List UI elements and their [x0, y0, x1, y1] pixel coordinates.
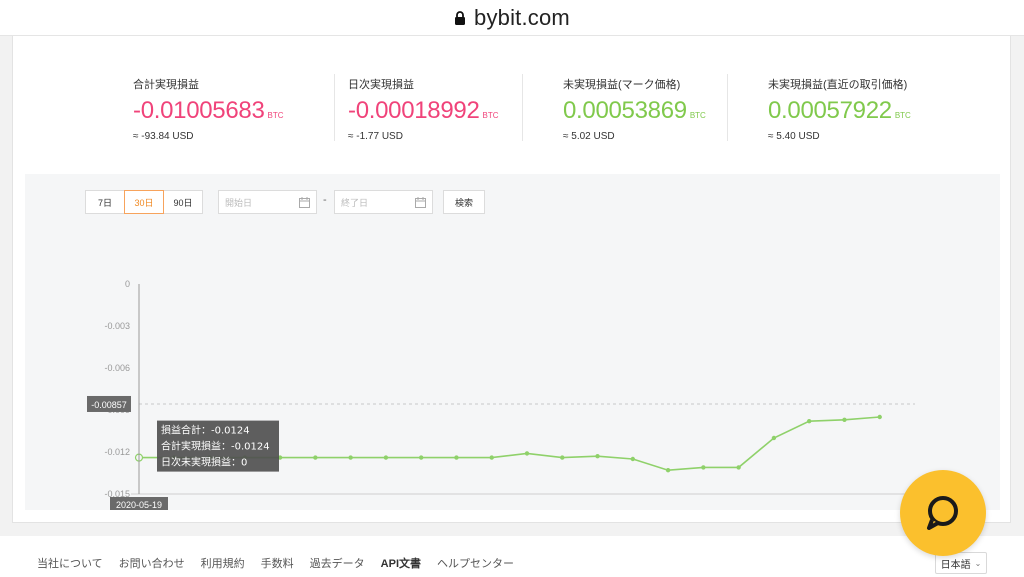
divider — [727, 74, 728, 141]
footer-links: 当社について お問い合わせ 利用規約 手数料 過去データ API文書 ヘルプセン… — [37, 555, 530, 571]
series-point — [842, 417, 847, 422]
pnl-card: 合計実現損益 -0.01005683 BTC ≈ -93.84 USD 日次実現… — [12, 36, 1011, 523]
chart-panel: 7日 30日 90日 開始日 - 終了日 検索 0-0.003-0.006 — [25, 174, 1000, 510]
series-point — [348, 455, 353, 460]
stat-value: -0.01005683 — [133, 97, 265, 124]
tooltip-line: 損益合計：-0.0124 — [161, 424, 250, 437]
series-point — [454, 455, 459, 460]
tooltip-line: 合計実現損益：-0.0124 — [161, 440, 270, 453]
footer-link-fees[interactable]: 手数料 — [261, 555, 294, 571]
range-30d-button[interactable]: 30日 — [124, 190, 164, 214]
stat-unrealized-pnl-mark: 未実現損益(マーク価格) 0.00053869 BTC ≈ 5.02 USD — [563, 76, 768, 142]
y-tick-label: -0.003 — [104, 321, 130, 331]
series-point — [560, 455, 565, 460]
series-point — [665, 468, 671, 473]
divider — [334, 74, 335, 141]
stat-usd: ≈ -93.84 USD — [133, 131, 194, 142]
stat-total-realized-pnl: 合計実現損益 -0.01005683 BTC ≈ -93.84 USD — [133, 76, 338, 142]
series-point — [630, 456, 636, 462]
lock-icon — [455, 10, 466, 25]
chevron-down-icon: ⌄ — [974, 558, 982, 568]
series-point — [383, 455, 389, 460]
stat-usd: ≈ 5.02 USD — [563, 131, 615, 142]
y-tick-label: -0.012 — [104, 447, 130, 457]
stat-unit: BTC — [689, 111, 706, 120]
y-tick-label: 0 — [125, 279, 130, 289]
stat-usd: ≈ 5.40 USD — [768, 131, 820, 142]
pnl-line-chart[interactable]: 0-0.003-0.006-0.009-0.012-0.015-0.008572… — [25, 174, 1000, 510]
stat-label: 未実現損益(マーク価格) — [563, 79, 681, 91]
reference-label: -0.00857 — [91, 400, 127, 410]
series-point — [313, 455, 318, 460]
footer-link-api[interactable]: API文書 — [381, 555, 421, 571]
series-point — [771, 435, 777, 441]
series-point — [418, 455, 424, 460]
footer-link-about[interactable]: 当社について — [37, 555, 103, 571]
stat-value: 0.00053869 — [563, 97, 687, 124]
stat-value: -0.00018992 — [348, 97, 480, 124]
stat-unit: BTC — [482, 111, 499, 120]
series-point — [489, 455, 494, 460]
crosshair-date-label: 2020-05-19 — [116, 500, 162, 510]
series-point — [524, 451, 530, 456]
stat-label: 合計実現損益 — [133, 79, 199, 91]
site-footer: 当社について お問い合わせ 利用規約 手数料 過去データ API文書 ヘルプセン… — [0, 536, 1024, 577]
browser-url-bar[interactable]: bybit.com — [0, 0, 1024, 36]
stat-label: 未実現損益(直近の取引価格) — [768, 79, 908, 91]
stat-value: 0.00057922 — [768, 97, 892, 124]
series-point — [701, 465, 706, 470]
chat-button[interactable] — [900, 470, 986, 556]
series-point — [806, 418, 812, 424]
series-point — [736, 465, 741, 470]
tooltip-line: 日次未実現損益：0 — [161, 456, 247, 469]
language-label: 日本語 — [940, 559, 971, 571]
series-point — [595, 454, 600, 459]
browser-url: bybit.com — [474, 4, 570, 30]
footer-link-contact[interactable]: お問い合わせ — [119, 555, 185, 571]
stat-unit: BTC — [894, 111, 911, 120]
footer-link-help[interactable]: ヘルプセンター — [437, 555, 514, 571]
footer-link-history[interactable]: 過去データ — [310, 555, 365, 571]
y-tick-label: -0.006 — [104, 363, 130, 373]
stat-unrealized-pnl-last: 未実現損益(直近の取引価格) 0.00057922 BTC ≈ 5.40 USD — [768, 76, 973, 142]
stat-unit: BTC — [267, 111, 284, 120]
divider — [522, 74, 523, 141]
footer-link-terms[interactable]: 利用規約 — [201, 555, 245, 571]
series-point — [877, 414, 882, 420]
chat-icon — [927, 496, 958, 530]
